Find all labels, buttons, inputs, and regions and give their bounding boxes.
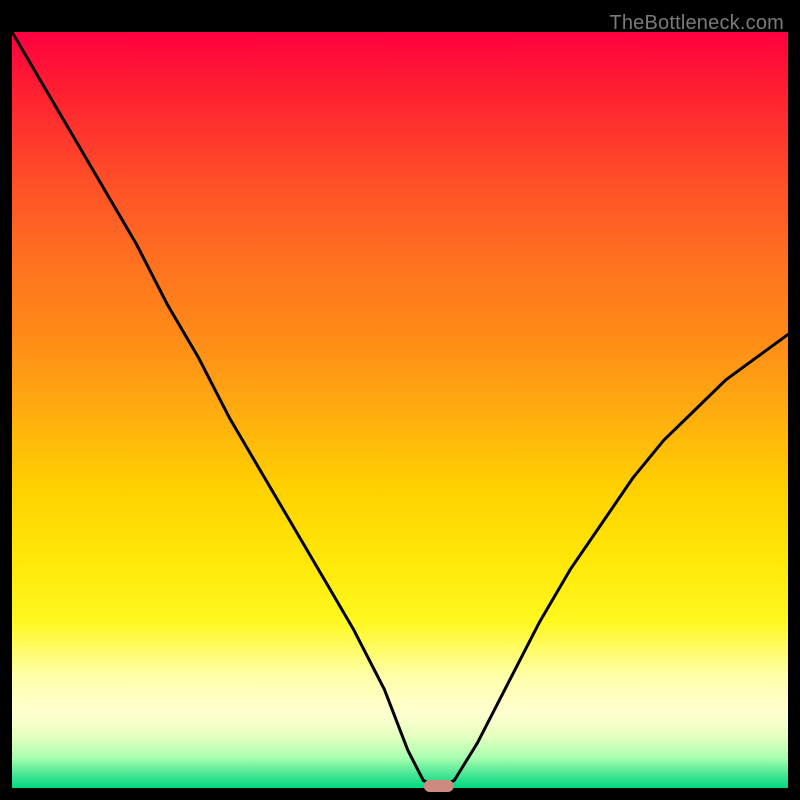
chart-svg <box>12 32 788 788</box>
plot-gradient-background <box>12 32 788 788</box>
plot-frame: TheBottleneck.com <box>12 12 788 788</box>
bottleneck-curve-path <box>12 32 788 788</box>
optimal-point-marker <box>424 780 454 792</box>
